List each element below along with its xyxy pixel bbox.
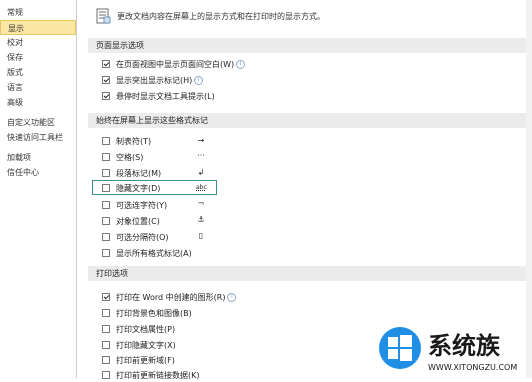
checkbox[interactable] [102, 233, 110, 241]
checkbox[interactable] [102, 293, 110, 301]
option-print-background[interactable]: 打印背景色和图像(B) [102, 307, 192, 319]
option-optional-breaks[interactable]: 可选分隔符(O) [102, 231, 169, 243]
sidebar-item-save[interactable]: 保存 [0, 50, 76, 65]
info-icon: i [194, 75, 204, 85]
optional-hyphen-mark-icon: ¬ [197, 199, 205, 208]
sidebar-item-advanced[interactable]: 高级 [0, 95, 76, 110]
checkbox[interactable] [102, 249, 110, 257]
hidden-text-highlight-box [92, 180, 217, 195]
option-label: 打印文档属性(P) [116, 324, 176, 334]
checkbox[interactable] [102, 153, 110, 161]
info-icon: i [227, 292, 237, 302]
tab-mark-icon: → [197, 136, 205, 145]
option-label: 显示突出显示标记(H) [116, 75, 193, 85]
sidebar-item-layout[interactable]: 版式 [0, 65, 76, 80]
option-label: 对象位置(C) [116, 216, 160, 226]
checkbox[interactable] [102, 309, 110, 317]
option-label: 打印前更新域(F) [116, 355, 175, 365]
options-sidebar: 常规 显示 校对 保存 版式 语言 高级 自定义功能区 快速访问工具栏 加载项 … [0, 0, 77, 378]
option-label: 段落标记(M) [116, 168, 162, 178]
checkbox[interactable] [102, 217, 110, 225]
option-print-properties[interactable]: 打印文档属性(P) [102, 323, 175, 335]
watermark-graphic: 系统族 WWW.XITONGZU.COM [379, 327, 517, 372]
option-update-fields[interactable]: 打印前更新域(F) [102, 354, 175, 366]
sidebar-item-general[interactable]: 常规 [0, 5, 76, 20]
watermark-brand-text: 系统族 [428, 332, 501, 360]
option-show-highlighter-marks[interactable]: 显示突出显示标记(H) i [102, 74, 204, 86]
option-show-whitespace[interactable]: 在页面视图中显示页面间空白(W) i [102, 58, 246, 70]
sidebar-item-customize-ribbon[interactable]: 自定义功能区 [0, 115, 76, 130]
checkbox[interactable] [102, 60, 110, 68]
sidebar-item-add-ins[interactable]: 加载项 [0, 150, 76, 165]
option-print-hidden-text[interactable]: 打印隐藏文字(X) [102, 339, 176, 351]
optional-break-mark-icon: ▯ [198, 231, 204, 240]
option-label: 显示所有格式标记(A) [116, 248, 192, 258]
option-label: 悬停时显示文档工具提示(L) [116, 91, 215, 101]
sidebar-item-proofing[interactable]: 校对 [0, 35, 76, 50]
space-mark-icon: ··· [197, 151, 205, 160]
paragraph-mark-icon: ↲ [197, 168, 205, 177]
option-show-all-marks[interactable]: 显示所有格式标记(A) [102, 247, 192, 259]
option-paragraph-marks[interactable]: 段落标记(M) [102, 167, 161, 179]
option-update-links[interactable]: 打印前更新链接数据(K) [102, 369, 200, 381]
display-description: 更改文档内容在屏幕上的显示方式和在打印时的显示方式。 [88, 5, 325, 27]
section-header-print: 打印选项 [88, 266, 528, 281]
info-icon: i [236, 59, 246, 69]
document-display-icon [96, 8, 111, 24]
watermark-url-text: WWW.XITONGZU.COM [428, 363, 517, 372]
option-label: 在页面视图中显示页面间空白(W) [116, 59, 235, 69]
option-optional-hyphens[interactable]: 可选连字符(Y) [102, 199, 167, 211]
option-print-drawings[interactable]: 打印在 Word 中创建的图形(R) i [102, 291, 237, 303]
option-show-tooltips[interactable]: 悬停时显示文档工具提示(L) [102, 90, 215, 102]
option-label: 可选连字符(Y) [116, 200, 168, 210]
option-label: 打印背景色和图像(B) [116, 308, 192, 318]
checkbox[interactable] [102, 137, 110, 145]
site-watermark: 系统族 WWW.XITONGZU.COM [378, 318, 532, 378]
option-tab-characters[interactable]: 制表符(T) [102, 135, 151, 147]
section-header-page-display: 页面显示选项 [88, 38, 528, 53]
checkbox[interactable] [102, 341, 110, 349]
option-label: 制表符(T) [116, 136, 152, 146]
anchor-mark-icon: ⚓ [197, 215, 205, 224]
option-label: 打印隐藏文字(X) [116, 340, 176, 350]
option-label: 可选分隔符(O) [116, 232, 169, 242]
option-spaces[interactable]: 空格(S) [102, 151, 143, 163]
option-label: 空格(S) [116, 152, 144, 162]
checkbox[interactable] [102, 76, 110, 84]
checkbox[interactable] [102, 201, 110, 209]
section-header-formatting-marks: 始终在屏幕上显示这些格式标记 [88, 113, 528, 128]
sidebar-item-trust-center[interactable]: 信任中心 [0, 165, 76, 180]
windows-logo-icon [379, 327, 421, 369]
option-label: 打印前更新链接数据(K) [116, 370, 200, 380]
checkbox[interactable] [102, 169, 110, 177]
description-text: 更改文档内容在屏幕上的显示方式和在打印时的显示方式。 [117, 11, 325, 21]
sidebar-item-quick-access-toolbar[interactable]: 快速访问工具栏 [0, 130, 76, 145]
option-label: 打印在 Word 中创建的图形(R) [116, 292, 226, 302]
checkbox[interactable] [102, 356, 110, 364]
checkbox[interactable] [102, 92, 110, 100]
sidebar-item-display[interactable]: 显示 [0, 20, 76, 35]
option-object-anchors[interactable]: 对象位置(C) [102, 215, 160, 227]
checkbox[interactable] [102, 325, 110, 333]
sidebar-item-language[interactable]: 语言 [0, 80, 76, 95]
